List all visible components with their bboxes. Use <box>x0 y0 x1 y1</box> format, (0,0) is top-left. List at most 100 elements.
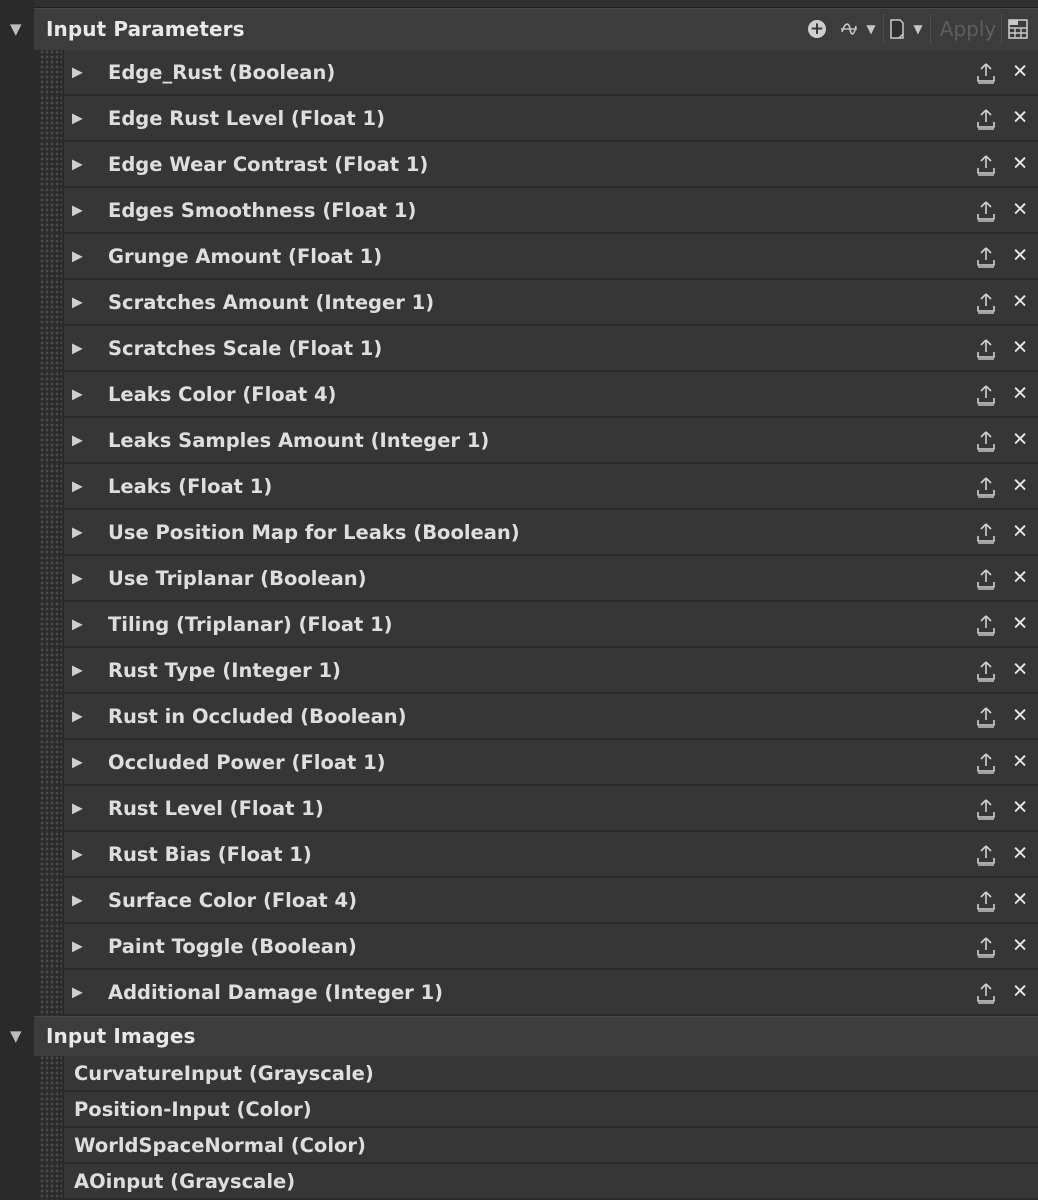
promote-icon[interactable] <box>976 200 996 222</box>
parameter-row[interactable]: ▶ Surface Color (Float 4) ✕ <box>0 878 1038 924</box>
promote-icon[interactable] <box>976 844 996 866</box>
drag-handle[interactable] <box>40 234 62 280</box>
parameter-row[interactable]: ▶ Leaks (Float 1) ✕ <box>0 464 1038 510</box>
parameter-row[interactable]: ▶ Rust in Occluded (Boolean) ✕ <box>0 694 1038 740</box>
drag-handle[interactable] <box>40 326 62 372</box>
parameter-row[interactable]: ▶ Scratches Amount (Integer 1) ✕ <box>0 280 1038 326</box>
close-icon[interactable]: ✕ <box>1012 613 1028 635</box>
drag-handle[interactable] <box>40 878 62 924</box>
expand-arrow-icon[interactable]: ▶ <box>72 708 83 724</box>
input-image-row[interactable]: CurvatureInput (Grayscale) <box>0 1056 1038 1092</box>
parameter-row[interactable]: ▶ Edges Smoothness (Float 1) ✕ <box>0 188 1038 234</box>
promote-icon[interactable] <box>976 292 996 314</box>
promote-icon[interactable] <box>976 108 996 130</box>
input-parameters-header[interactable]: ▼ Input Parameters + ▼ ▼ Apply <box>0 8 1038 50</box>
add-parameter-button[interactable]: + <box>805 14 829 44</box>
drag-handle[interactable] <box>40 50 62 96</box>
parameter-row[interactable]: ▶ Tiling (Triplanar) (Float 1) ✕ <box>0 602 1038 648</box>
parameter-row[interactable]: ▶ Edge_Rust (Boolean) ✕ <box>0 50 1038 96</box>
drag-handle[interactable] <box>40 1092 62 1128</box>
parameter-row[interactable]: ▶ Use Position Map for Leaks (Boolean) ✕ <box>0 510 1038 556</box>
drag-handle[interactable] <box>40 372 62 418</box>
parameter-row[interactable]: ▶ Occluded Power (Float 1) ✕ <box>0 740 1038 786</box>
close-icon[interactable]: ✕ <box>1012 291 1028 313</box>
expand-arrow-icon[interactable]: ▶ <box>72 294 83 310</box>
expand-arrow-icon[interactable]: ▶ <box>72 340 83 356</box>
input-image-row[interactable]: WorldSpaceNormal (Color) <box>0 1128 1038 1164</box>
parameter-row[interactable]: ▶ Scratches Scale (Float 1) ✕ <box>0 326 1038 372</box>
drag-handle[interactable] <box>40 142 62 188</box>
close-icon[interactable]: ✕ <box>1012 61 1028 83</box>
parameter-row[interactable]: ▶ Rust Type (Integer 1) ✕ <box>0 648 1038 694</box>
drag-handle[interactable] <box>40 786 62 832</box>
close-icon[interactable]: ✕ <box>1012 751 1028 773</box>
chevron-down-icon[interactable]: ▼ <box>908 14 928 44</box>
apply-button[interactable]: Apply <box>937 14 999 44</box>
promote-icon[interactable] <box>976 338 996 360</box>
close-icon[interactable]: ✕ <box>1012 475 1028 497</box>
promote-icon[interactable] <box>976 430 996 452</box>
expand-arrow-icon[interactable]: ▶ <box>72 938 83 954</box>
expand-arrow-icon[interactable]: ▶ <box>72 478 83 494</box>
curve-icon[interactable] <box>837 14 861 44</box>
drag-handle[interactable] <box>40 740 62 786</box>
expand-arrow-icon[interactable]: ▶ <box>72 524 83 540</box>
collapse-arrow-icon[interactable]: ▼ <box>10 1027 22 1045</box>
drag-handle[interactable] <box>40 464 62 510</box>
parameter-row[interactable]: ▶ Edge Rust Level (Float 1) ✕ <box>0 96 1038 142</box>
close-icon[interactable]: ✕ <box>1012 245 1028 267</box>
close-icon[interactable]: ✕ <box>1012 337 1028 359</box>
chevron-down-icon[interactable]: ▼ <box>861 14 881 44</box>
expand-arrow-icon[interactable]: ▶ <box>72 110 83 126</box>
parameter-row[interactable]: ▶ Rust Bias (Float 1) ✕ <box>0 832 1038 878</box>
parameter-row[interactable]: ▶ Paint Toggle (Boolean) ✕ <box>0 924 1038 970</box>
close-icon[interactable]: ✕ <box>1012 659 1028 681</box>
promote-icon[interactable] <box>976 384 996 406</box>
promote-icon[interactable] <box>976 522 996 544</box>
promote-icon[interactable] <box>976 890 996 912</box>
close-icon[interactable]: ✕ <box>1012 567 1028 589</box>
promote-icon[interactable] <box>976 660 996 682</box>
expand-arrow-icon[interactable]: ▶ <box>72 984 83 1000</box>
promote-icon[interactable] <box>976 246 996 268</box>
drag-handle[interactable] <box>40 648 62 694</box>
drag-handle[interactable] <box>40 510 62 556</box>
close-icon[interactable]: ✕ <box>1012 153 1028 175</box>
drag-handle[interactable] <box>40 418 62 464</box>
promote-icon[interactable] <box>976 154 996 176</box>
expand-arrow-icon[interactable]: ▶ <box>72 64 83 80</box>
expand-arrow-icon[interactable]: ▶ <box>72 754 83 770</box>
parameter-row[interactable]: ▶ Additional Damage (Integer 1) ✕ <box>0 970 1038 1016</box>
drag-handle[interactable] <box>40 556 62 602</box>
close-icon[interactable]: ✕ <box>1012 981 1028 1003</box>
parameter-row[interactable]: ▶ Rust Level (Float 1) ✕ <box>0 786 1038 832</box>
close-icon[interactable]: ✕ <box>1012 521 1028 543</box>
input-image-row[interactable]: AOinput (Grayscale) <box>0 1164 1038 1200</box>
expand-arrow-icon[interactable]: ▶ <box>72 662 83 678</box>
expand-arrow-icon[interactable]: ▶ <box>72 248 83 264</box>
close-icon[interactable]: ✕ <box>1012 383 1028 405</box>
input-image-row[interactable]: Position-Input (Color) <box>0 1092 1038 1128</box>
close-icon[interactable]: ✕ <box>1012 107 1028 129</box>
expand-arrow-icon[interactable]: ▶ <box>72 800 83 816</box>
promote-icon[interactable] <box>976 798 996 820</box>
promote-icon[interactable] <box>976 62 996 84</box>
expand-arrow-icon[interactable]: ▶ <box>72 432 83 448</box>
promote-icon[interactable] <box>976 706 996 728</box>
close-icon[interactable]: ✕ <box>1012 429 1028 451</box>
drag-handle[interactable] <box>40 1164 62 1200</box>
close-icon[interactable]: ✕ <box>1012 889 1028 911</box>
drag-handle[interactable] <box>40 1128 62 1164</box>
drag-handle[interactable] <box>40 1056 62 1092</box>
expand-arrow-icon[interactable]: ▶ <box>72 846 83 862</box>
expand-arrow-icon[interactable]: ▶ <box>72 616 83 632</box>
input-images-header[interactable]: ▼ Input Images <box>0 1016 1038 1056</box>
drag-handle[interactable] <box>40 694 62 740</box>
drag-handle[interactable] <box>40 970 62 1016</box>
parameter-row[interactable]: ▶ Use Triplanar (Boolean) ✕ <box>0 556 1038 602</box>
close-icon[interactable]: ✕ <box>1012 705 1028 727</box>
promote-icon[interactable] <box>976 476 996 498</box>
promote-icon[interactable] <box>976 614 996 636</box>
export-icon[interactable] <box>1004 14 1032 44</box>
parameter-row[interactable]: ▶ Edge Wear Contrast (Float 1) ✕ <box>0 142 1038 188</box>
